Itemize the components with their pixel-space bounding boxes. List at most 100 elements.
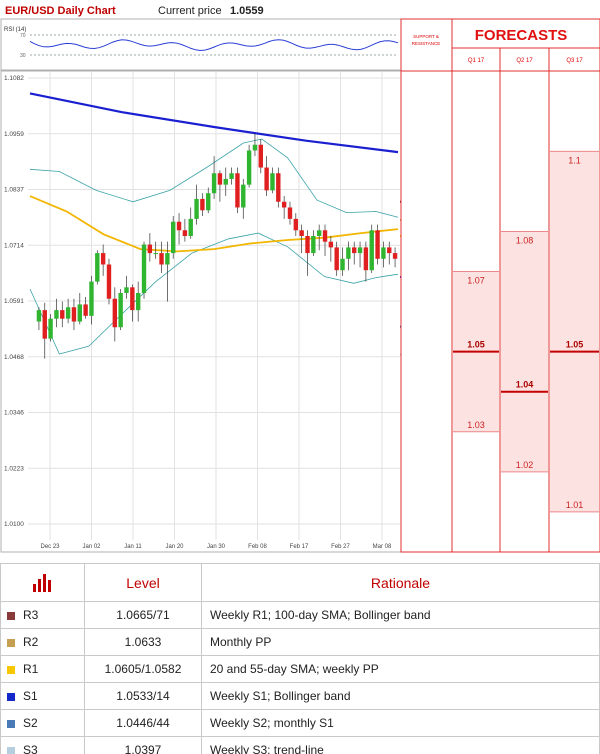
rsi-tick-30: 30	[20, 53, 26, 59]
candle-up	[369, 230, 374, 271]
y-tick-label: 1.0468	[4, 354, 24, 361]
level-color-swatch	[7, 719, 15, 728]
x-tick-label: Feb 17	[290, 544, 309, 550]
level-rationale: 20 and 55-day SMA; weekly PP	[201, 655, 600, 683]
candle-up	[241, 184, 246, 208]
header-rationale: Rationale	[201, 563, 600, 602]
candle-down	[264, 167, 269, 191]
candle-down	[299, 230, 304, 236]
level-rationale: Weekly S2; monthly S1	[201, 709, 600, 737]
candle-down	[100, 253, 106, 265]
forecast-mid-label: 1.05	[467, 340, 485, 350]
sr-column	[400, 18, 453, 553]
x-tick-label: Feb 08	[248, 544, 267, 550]
level-color-swatch	[7, 665, 15, 674]
candle-up	[346, 247, 351, 259]
candle-down	[375, 230, 380, 259]
candle-up	[340, 258, 345, 271]
y-tick-label: 1.0837	[4, 187, 24, 194]
eurusd-chart: EUR/USD Daily Chart Current price 1.0559…	[0, 5, 600, 553]
candle-up	[223, 178, 228, 185]
forecast-range	[550, 151, 599, 512]
current-price-label: Current price	[158, 5, 222, 17]
level-name: S1	[23, 689, 38, 703]
header-level: Level	[84, 563, 202, 602]
forecast-panel: FORECASTS Q1 17 1.07 1.05 1.03 Q2 17 1.08 1.04…	[451, 18, 600, 553]
level-rationale: Weekly S3; trend-line	[201, 736, 600, 754]
level-value: 1.0605/1.0582	[84, 655, 202, 683]
x-tick-label: Jan 30	[207, 544, 226, 550]
candle-up	[316, 230, 322, 236]
candle-down	[200, 198, 205, 211]
level-name: R2	[23, 635, 39, 649]
level-value: 1.0665/71	[84, 601, 202, 629]
x-tick-label: Dec 23	[40, 544, 60, 550]
candle-down	[352, 247, 357, 254]
candle-up	[229, 173, 234, 179]
y-tick-label: 1.0346	[4, 410, 24, 417]
candle-down	[363, 247, 369, 271]
candle-up	[135, 293, 141, 311]
candle-down	[334, 247, 339, 271]
y-tick-label: 1.0959	[4, 131, 24, 138]
candle-down	[147, 244, 153, 254]
candle-up	[118, 293, 123, 328]
candle-up	[381, 247, 386, 259]
candle-up	[77, 304, 82, 322]
x-tick-label: Jan 02	[82, 544, 101, 550]
forecast-col-header: Q3 17	[566, 58, 583, 64]
level-color-swatch	[7, 638, 15, 647]
level-color-swatch	[7, 746, 15, 754]
candle-up	[48, 318, 53, 339]
x-tick-label: Feb 27	[331, 544, 350, 550]
level-value: 1.0633	[84, 628, 202, 656]
forecast-col-header: Q2 17	[516, 58, 533, 64]
y-tick-label: 1.1082	[4, 75, 24, 82]
forecast-low-label: 1.02	[516, 460, 534, 470]
level-name-cell: S2	[0, 709, 85, 737]
table-row: S2 1.0446/44 Weekly S2; monthly S1	[0, 709, 600, 737]
bar-chart-icon	[32, 574, 51, 592]
candle-up	[311, 235, 316, 254]
candle-down	[276, 173, 281, 202]
candle-down	[83, 304, 88, 316]
forecast-high-label: 1.07	[467, 276, 485, 286]
x-tick-label: Mar 08	[373, 544, 392, 550]
level-value: 1.0533/14	[84, 682, 202, 710]
candle-down	[106, 264, 112, 299]
candle-down	[392, 253, 398, 259]
candle-up	[206, 193, 211, 211]
level-name-cell: S1	[0, 682, 85, 710]
candle-up	[36, 310, 42, 322]
table-row: S1 1.0533/14 Weekly S1; Bollinger band	[0, 682, 600, 710]
chart-title: EUR/USD Daily Chart	[5, 5, 116, 17]
y-tick-label: 1.0100	[4, 521, 24, 528]
x-tick-label: Jan 20	[165, 544, 184, 550]
table-row: R1 1.0605/1.0582 20 and 55-day SMA; weekly…	[0, 655, 600, 683]
levels-table: Level Rationale R3 1.0665/71 Weekly R1; 10…	[0, 563, 600, 754]
candle-down	[387, 247, 392, 254]
candle-down	[305, 235, 310, 254]
candle-down	[60, 310, 65, 319]
candle-up	[54, 310, 59, 319]
table-row: S3 1.0397 Weekly S3; trend-line	[0, 736, 600, 754]
level-value: 1.0397	[84, 736, 202, 754]
x-tick-label: Jan 11	[124, 544, 142, 550]
candle-up	[65, 307, 71, 319]
candle-down	[71, 307, 77, 322]
candle-down	[293, 218, 299, 231]
level-color-swatch	[7, 692, 15, 701]
table-row: R2 1.0633 Monthly PP	[0, 628, 600, 656]
level-rationale: Weekly S1; Bollinger band	[201, 682, 600, 710]
level-rationale: Weekly R1; 100-day SMA; Bollinger band	[201, 601, 600, 629]
sr-label-2: RESISTANCE	[412, 41, 440, 46]
header-icon-cell	[0, 563, 85, 602]
x-axis-ticks: Dec 23 Jan 02 Jan 11 Jan 20 Jan 30 Feb 08 Feb …	[40, 544, 392, 550]
candle-down	[112, 298, 118, 328]
candle-up	[141, 244, 147, 294]
candle-up	[270, 173, 275, 191]
candle-down	[159, 253, 164, 265]
forecast-low-label: 1.03	[467, 420, 485, 430]
y-tick-label: 1.0223	[4, 465, 24, 472]
level-value: 1.0446/44	[84, 709, 202, 737]
